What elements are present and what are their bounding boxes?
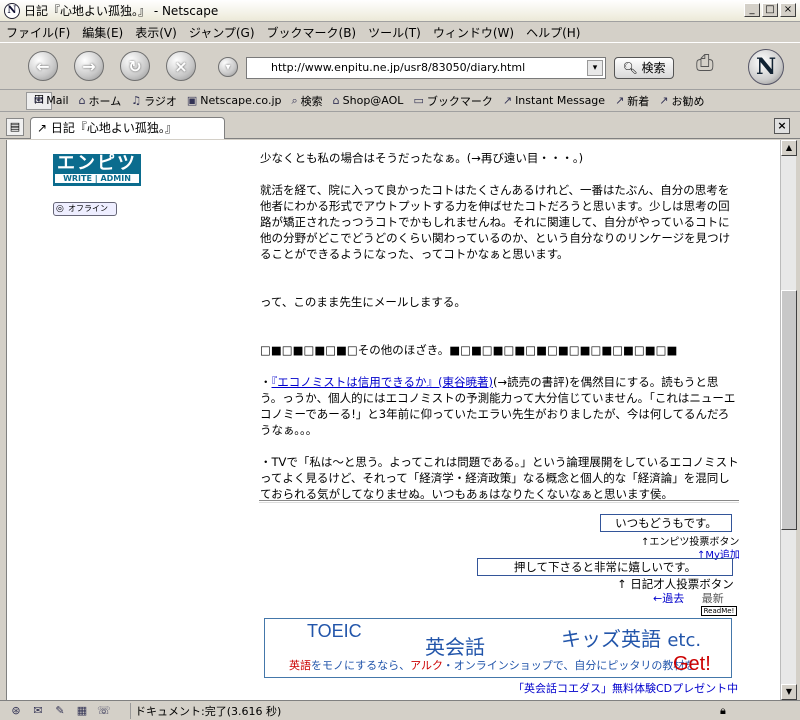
tab-diary[interactable]: ↗ 日記『心地よい孤独。』 [30,117,225,139]
diary-paragraph: 少なくとも私の場合はそうだったなぁ。(→再び遠い目・・・。) [260,151,584,165]
latest-link[interactable]: 最新 [702,592,724,605]
link-icon: ↗ [37,121,48,135]
horizontal-rule [259,500,739,503]
ptb-mail[interactable]: ✉ Mail [34,94,69,107]
netscape-app-icon[interactable]: N [4,2,20,19]
address-book-icon[interactable]: ▦ [74,704,90,718]
navigator-icon[interactable]: ⊛ [8,704,24,718]
banner-kids: キッズ英語 etc. [561,627,702,651]
stop-icon: × [174,56,188,76]
mail-icon: ✉ [34,94,44,107]
title-bar: N 日記『心地よい孤独。』 - Netscape _ □ × [0,0,800,22]
link-icon: ↗ [659,94,669,107]
scroll-up-arrow-icon[interactable]: ▲ [781,140,797,156]
tab-title: 日記『心地よい孤独。』 [50,121,177,135]
ptb-recommend[interactable]: ↗ お勧め [659,93,704,109]
page-content: エンピツ WRITE | ADMIN オフライン 少なくとも私の場合はそうだった… [6,140,780,700]
vertical-scrollbar[interactable]: ▲ ▼ [780,140,797,700]
reload-button[interactable]: ↻ [120,51,150,81]
diary-paragraph: ・『エコノミストは信用できるか』(東谷暁著)(→読売の書評)を偶然目にする。読も… [260,375,736,437]
enpitu-logo[interactable]: エンピツ WRITE | ADMIN [53,154,141,186]
mail-icon[interactable]: ✉ [30,704,46,718]
tab-bar: ▤ ↗ 日記『心地よい孤独。』 × [0,113,800,139]
ptb-bookmarks[interactable]: ▭ ブックマーク [413,93,492,109]
diary-navigation: ←過去 最新 [653,590,724,606]
minimize-button[interactable]: _ [744,3,760,17]
banner-get: Get! [673,653,711,675]
ptb-netscape[interactable]: ▣ Netscape.co.jp [187,94,282,107]
search-button[interactable]: 🔍︎ 検索 [614,57,674,79]
menu-view[interactable]: 表示(V) [135,24,177,41]
ptb-new[interactable]: ↗ 新着 [615,93,649,109]
navigation-toolbar: ← → ↻ × ▾ http://www.enpitu.ne.jp/usr8/8… [0,42,800,90]
home-icon: ⌂ [78,94,86,107]
ptb-home[interactable]: ⌂ ホーム [79,93,122,109]
readme-badge[interactable]: ReadMe! [701,606,737,616]
folder-icon: ▭ [413,94,424,107]
diary-paragraph: 就活を経て、院に入って良かったコトはたくさんあるけれど、一番はたぶん、自分の思考… [260,183,731,261]
menu-help[interactable]: ヘルプ(H) [526,24,580,41]
security-lock-icon[interactable]: 🔒︎ [720,704,800,718]
close-tab-button[interactable]: × [774,118,790,134]
nikki-saito-vote-button[interactable]: 押して下さると非常に嬉しいです。 [477,558,733,576]
back-button[interactable]: ← [28,51,58,81]
ptb-search[interactable]: ⌕ 検索 [291,93,322,109]
maximize-button[interactable]: □ [762,3,778,17]
diary-paragraph: ・TVで「私は〜と思う。よってこれは問題である。」という論理展開をしているエコノ… [260,455,739,501]
scroll-down-arrow-icon[interactable]: ▼ [781,684,797,700]
scrollbar-thumb[interactable] [781,290,797,530]
status-text: ドキュメント:完了(3.616 秒) [130,702,720,719]
prev-link[interactable]: ←過去 [653,592,684,605]
ptb-instant-message[interactable]: ↗ Instant Message [503,94,605,107]
new-tab-icon[interactable]: ▤ [6,118,24,136]
alc-ad-banner[interactable]: TOEIC 英会話 キッズ英語 etc. 英語をモノにするなら、アルク・オンライ… [264,618,732,678]
banner-tagline: 英語をモノにするなら、アルク・オンラインショップで、自分にピッタリの教材を [289,659,696,672]
search-icon: ⌕ [291,93,298,107]
banner-eikaiwa: 英会話 [425,635,485,659]
menu-tools[interactable]: ツール(T) [368,24,421,41]
banner-toeic: TOEIC [307,621,362,641]
enpitu-vote-button[interactable]: いつもどうもです。 [600,514,732,532]
offline-badge[interactable]: オフライン [53,202,117,216]
diary-paragraph: って、このまま先生にメールしまする。 [260,295,466,309]
search-button-label: 検索 [641,61,666,75]
diary-body: 少なくとも私の場合はそうだったなぁ。(→再び遠い目・・・。) 就活を経て、院に入… [260,150,740,518]
print-icon[interactable]: ⎙ [696,51,726,79]
location-dropdown-button[interactable]: ▾ [218,57,238,77]
magnifier-icon: 🔍︎ [622,61,638,75]
url-text: http://www.enpitu.ne.jp/usr8/83050/diary… [271,61,526,74]
banner-caption-link[interactable]: 「英会話コエダス」無料体験CDプレゼント中 [513,680,738,696]
composer-icon[interactable]: ✎ [52,704,68,718]
menu-go[interactable]: ジャンプ(G) [189,24,255,41]
personal-toolbar: ✉ Mail ⌂ ホーム ♫ ラジオ ▣ Netscape.co.jp ⌕ 検索 ⌂ Sho… [0,90,800,112]
window-title: 日記『心地よい孤独。』 - Netscape [24,4,219,18]
url-input[interactable]: http://www.enpitu.ne.jp/usr8/83050/diary… [246,57,606,79]
menu-bar: ファイル(F) 編集(E) 表示(V) ジャンプ(G) ブックマーク(B) ツー… [0,22,800,42]
close-button[interactable]: × [780,3,796,17]
menu-window[interactable]: ウィンドウ(W) [433,24,514,41]
chevron-down-icon: ▾ [225,61,231,73]
book-link[interactable]: 『エコノミストは信用できるか』(東谷暁著) [272,375,494,389]
link-icon: ↗ [615,94,625,107]
status-bar: ⊛ ✉ ✎ ▦ ☏ ドキュメント:完了(3.616 秒) 🔒︎ [0,700,800,720]
my-netscape-icon: ▣ [186,94,198,107]
shop-icon: ⌂ [332,94,340,107]
netscape-logo-icon[interactable]: N [748,49,784,85]
back-arrow-icon: ← [36,56,50,76]
menu-bookmarks[interactable]: ブックマーク(B) [267,24,357,41]
menu-edit[interactable]: 編集(E) [82,24,123,41]
ptb-shop[interactable]: ⌂ Shop@AOL [333,94,404,107]
section-divider-text: □■□■□■□■□その他のほざき。■□■□■□■□■□■□■□■□■□■□■ [260,343,678,357]
stop-button[interactable]: × [166,51,196,81]
menu-file[interactable]: ファイル(F) [6,24,70,41]
ptb-radio[interactable]: ♫ ラジオ [131,93,177,109]
forward-button[interactable]: → [74,51,104,81]
forward-arrow-icon: → [82,56,96,76]
headphones-icon: ♫ [131,94,142,107]
reload-icon: ↻ [128,56,142,76]
url-history-dropdown[interactable]: ▾ [587,60,603,76]
im-icon[interactable]: ☏ [96,704,112,718]
link-icon: ↗ [502,94,513,107]
